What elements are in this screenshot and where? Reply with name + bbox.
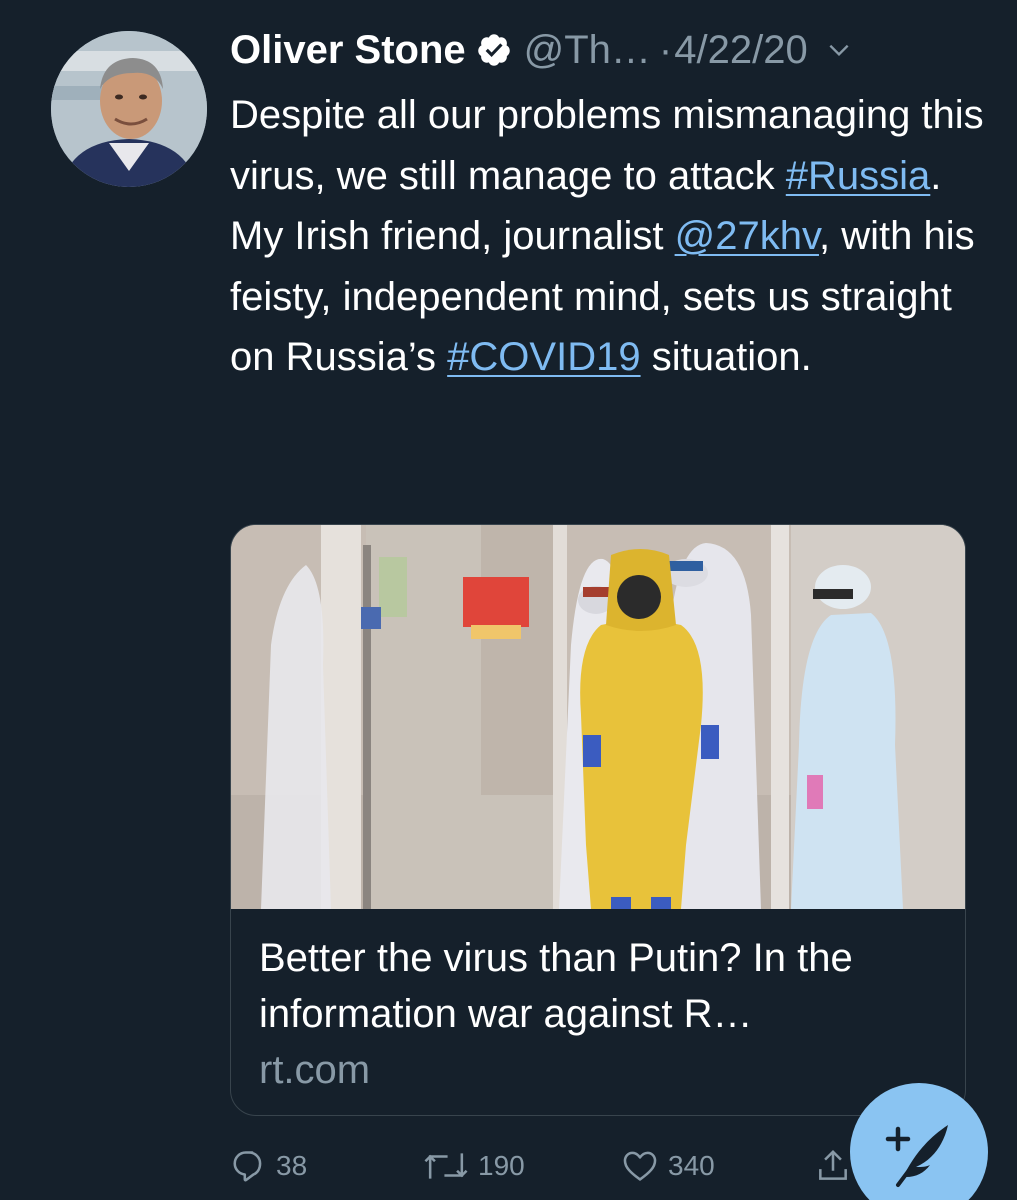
hashtag-russia-link[interactable]: #Russia xyxy=(786,154,931,198)
card-domain: rt.com xyxy=(259,1048,371,1092)
separator-dot: · xyxy=(658,28,673,72)
reply-count: 38 xyxy=(276,1150,308,1181)
author-handle[interactable]: @Th… xyxy=(524,22,651,78)
like-count: 340 xyxy=(668,1150,715,1181)
avatar-photo xyxy=(51,31,207,187)
tweet-date[interactable]: 4/22/20 xyxy=(674,22,807,78)
compose-tweet-button[interactable] xyxy=(850,1083,988,1200)
share-button[interactable] xyxy=(814,1138,852,1194)
avatar[interactable] xyxy=(51,31,207,187)
compose-feather-icon xyxy=(885,1125,948,1187)
hashtag-covid19-link[interactable]: #COVID19 xyxy=(447,335,640,379)
tweet-text-segment: situation. xyxy=(640,335,812,379)
card-body: Better the virus than Putin? In the info… xyxy=(259,930,949,1098)
retweet-icon xyxy=(424,1153,468,1179)
tweet[interactable]: Oliver Stone @Th… · 4/22/20 Despite all … xyxy=(0,0,1017,1200)
verified-badge-icon xyxy=(477,34,510,66)
share-icon xyxy=(819,1149,847,1180)
card-photo xyxy=(231,525,965,909)
retweet-count: 190 xyxy=(478,1150,525,1181)
chevron-down-icon[interactable] xyxy=(826,37,852,63)
card-title[interactable]: Better the virus than Putin? In the info… xyxy=(259,930,949,1042)
tweet-header: Oliver Stone @Th… · 4/22/20 xyxy=(230,22,990,78)
reply-icon xyxy=(233,1151,262,1182)
tweet-text: Despite all our problems mismanaging thi… xyxy=(230,85,990,388)
link-preview-card[interactable]: Better the virus than Putin? In the info… xyxy=(230,524,966,1116)
card-image xyxy=(231,525,965,909)
author-name[interactable]: Oliver Stone xyxy=(230,22,466,78)
mention-27khv-link[interactable]: @27khv xyxy=(675,214,819,258)
retweet-button[interactable]: 190 xyxy=(422,1138,525,1194)
tweet-actions: 38 190 340 xyxy=(230,1138,870,1194)
heart-icon xyxy=(623,1151,657,1181)
reply-button[interactable]: 38 xyxy=(230,1138,307,1194)
like-button[interactable]: 340 xyxy=(620,1138,715,1194)
